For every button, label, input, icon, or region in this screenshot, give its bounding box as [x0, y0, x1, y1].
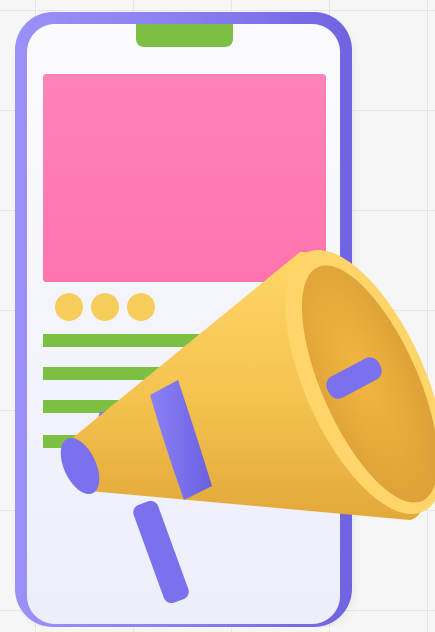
- screen-banner: [43, 74, 326, 282]
- illustration-scene: [0, 0, 435, 627]
- screen-dot: [91, 293, 119, 321]
- screen-dot: [127, 293, 155, 321]
- phone-notch: [136, 24, 233, 47]
- screen-dot: [55, 293, 83, 321]
- phone-megaphone-illustration: [15, 12, 435, 627]
